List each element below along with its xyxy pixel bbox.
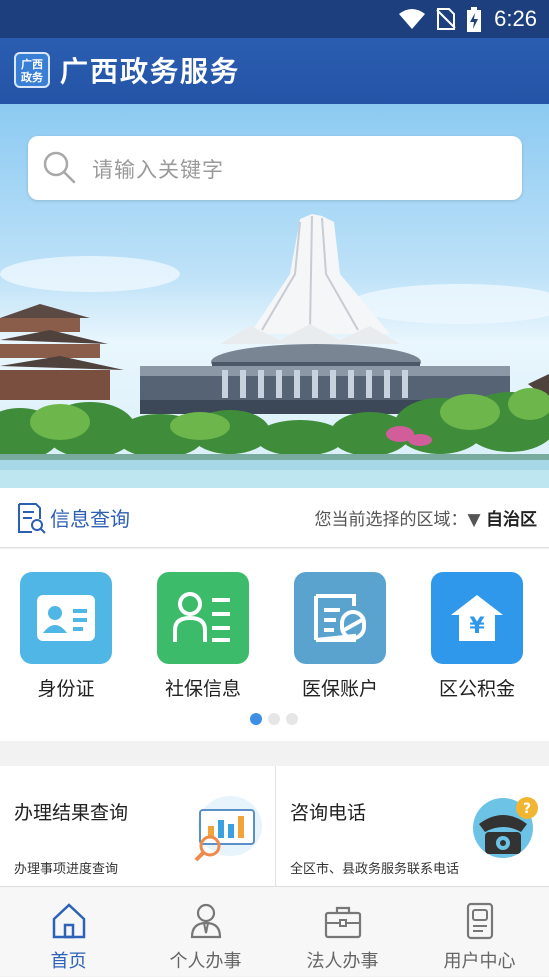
card-title: 咨询电话 [290, 802, 367, 824]
wifi-icon [399, 9, 425, 29]
card-subtitle: 办理事项进度查询 [14, 862, 119, 877]
page-dot[interactable] [250, 713, 262, 725]
page-indicator [250, 710, 304, 729]
search-bar[interactable]: 请输入关键字 [28, 136, 522, 200]
feature-cards: 办理结果查询 办理事项进度查询 咨询电话 全区市、县政务服务联系电话 ? [0, 766, 549, 886]
housing-fund-icon: ¥ [431, 572, 523, 664]
search-icon [43, 151, 76, 184]
tab-label: 首页 [50, 951, 87, 972]
person-icon [190, 903, 221, 939]
battery-charging-icon [467, 7, 481, 32]
region-selector[interactable]: 您当前选择的区域：▼ 自治区 [315, 505, 537, 530]
service-medical-insurance[interactable]: 医保账户 [285, 572, 395, 701]
tab-corporate[interactable]: 法人办事 [274, 887, 411, 977]
bottom-tab-bar: 首页 个人办事 法人办事 用户中心 [0, 886, 549, 976]
card-title: 办理结果查询 [14, 802, 129, 824]
consult-phone-icon: ? [473, 797, 538, 858]
dropdown-arrow-icon: ▼ [467, 510, 486, 530]
status-time: 6:26 [494, 6, 537, 31]
page-dot[interactable] [286, 713, 298, 725]
tab-label: 用户中心 [443, 951, 516, 972]
tab-home[interactable]: 首页 [0, 887, 137, 977]
service-label: 身份证 [37, 678, 95, 700]
result-query-icon [194, 796, 262, 862]
page-dot[interactable] [268, 713, 280, 725]
tab-label: 法人办事 [306, 951, 379, 972]
status-bar: 6:26 [0, 0, 549, 38]
info-query-title: 信息查询 [50, 507, 130, 531]
region-prefix: 您当前选择的区域： [314, 510, 468, 530]
document-search-icon [18, 503, 46, 534]
service-label: 区公积金 [438, 678, 515, 700]
svg-text:?: ? [523, 801, 531, 817]
quick-services: 身份证 社保信息 医保账户 ¥ 区公积金 [0, 549, 549, 741]
home-icon [52, 903, 85, 939]
app-title: 广西政务服务 [60, 55, 241, 88]
no-sim-icon [436, 8, 456, 30]
service-housing-fund[interactable]: ¥ 区公积金 [422, 572, 532, 701]
app-logo: 广西 政务 [14, 52, 50, 88]
app-bar: 广西 政务 广西政务服务 [0, 38, 549, 104]
user-center-icon [466, 902, 493, 940]
svg-text:¥: ¥ [469, 614, 485, 639]
result-query-card[interactable]: 办理结果查询 办理事项进度查询 [0, 766, 274, 886]
region-value: 自治区 [486, 510, 537, 530]
service-social-security[interactable]: 社保信息 [148, 572, 258, 701]
tab-user-center[interactable]: 用户中心 [411, 887, 548, 977]
briefcase-icon [324, 906, 361, 939]
service-label: 医保账户 [301, 678, 378, 700]
service-label: 社保信息 [164, 678, 241, 700]
id-card-icon [20, 572, 112, 664]
tab-label: 个人办事 [169, 951, 242, 972]
banner[interactable]: 请输入关键字 [0, 104, 549, 488]
card-subtitle: 全区市、县政务服务联系电话 [290, 862, 460, 877]
social-security-icon [157, 572, 249, 664]
service-id-card[interactable]: 身份证 [11, 572, 121, 701]
medical-insurance-icon [294, 572, 386, 664]
tab-personal[interactable]: 个人办事 [137, 887, 274, 977]
search-input[interactable]: 请输入关键字 [92, 154, 224, 184]
consult-phone-card[interactable]: 咨询电话 全区市、县政务服务联系电话 ? [275, 766, 549, 886]
info-query-bar: 信息查询 您当前选择的区域：▼ 自治区 [0, 488, 549, 548]
